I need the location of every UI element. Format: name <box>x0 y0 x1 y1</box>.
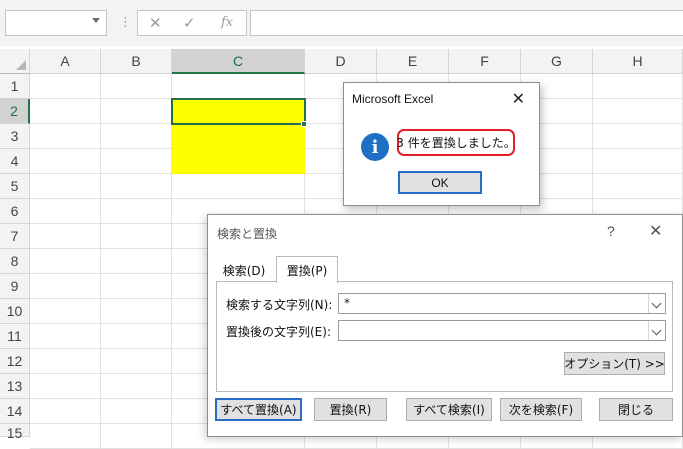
cell[interactable] <box>101 374 172 399</box>
row-header-11[interactable]: 11 <box>0 324 30 349</box>
cell[interactable] <box>30 74 101 99</box>
column-header-e[interactable]: E <box>377 49 449 74</box>
cell[interactable] <box>593 99 683 124</box>
ok-button[interactable]: OK <box>398 171 482 194</box>
chevron-down-icon[interactable] <box>648 321 665 340</box>
row-header-4[interactable]: 4 <box>0 149 30 174</box>
find-value: * <box>344 296 350 310</box>
drag-handle-icon[interactable]: ⋮ <box>119 14 132 32</box>
row-header-3[interactable]: 3 <box>0 124 30 149</box>
find-label: 検索する文字列(N): <box>226 298 333 312</box>
cell[interactable] <box>593 74 683 99</box>
cell[interactable] <box>30 299 101 324</box>
cell[interactable] <box>101 324 172 349</box>
cell[interactable] <box>101 149 172 174</box>
close-icon[interactable]: ✕ <box>649 221 662 240</box>
cell[interactable] <box>101 274 172 299</box>
column-header-d[interactable]: D <box>305 49 377 74</box>
column-header-h[interactable]: H <box>593 49 683 74</box>
cell[interactable] <box>101 399 172 424</box>
row-header-8[interactable]: 8 <box>0 249 30 274</box>
cell[interactable] <box>30 399 101 424</box>
column-header-c[interactable]: C <box>172 49 305 74</box>
cell[interactable] <box>172 174 305 199</box>
select-all-corner[interactable] <box>0 49 30 74</box>
cell[interactable] <box>30 224 101 249</box>
cell[interactable] <box>30 149 101 174</box>
cell[interactable] <box>30 124 101 149</box>
row-header-5[interactable]: 5 <box>0 174 30 199</box>
replace-label: 置換後の文字列(E): <box>226 325 331 339</box>
formula-input[interactable] <box>250 10 683 36</box>
cell[interactable] <box>101 249 172 274</box>
replace-input[interactable] <box>338 320 666 341</box>
chevron-down-icon[interactable] <box>92 18 100 23</box>
insert-function-icon[interactable]: fx <box>221 15 233 30</box>
column-header-b[interactable]: B <box>101 49 172 74</box>
row-header-2[interactable]: 2 <box>0 99 30 124</box>
cell[interactable] <box>593 124 683 149</box>
row-header-13[interactable]: 13 <box>0 374 30 399</box>
cell[interactable] <box>30 374 101 399</box>
cell[interactable] <box>101 224 172 249</box>
find-replace-dialog: 検索と置換 ? ✕ 検索(D) 置換(P) 検索する文字列(N): * 置換後の… <box>207 214 683 437</box>
message-text-highlight: 3 件を置換しました。 <box>396 129 516 156</box>
tab-find[interactable]: 検索(D) <box>217 259 271 282</box>
dialog-title: Microsoft Excel <box>352 92 434 106</box>
cell[interactable] <box>593 174 683 199</box>
formula-buttons: ✕ ✓ fx <box>137 10 247 36</box>
cell[interactable] <box>30 349 101 374</box>
close-button[interactable]: 閉じる <box>599 398 673 421</box>
options-button[interactable]: オプション(T) >> <box>564 352 665 375</box>
cell[interactable] <box>101 124 172 149</box>
row-header-10[interactable]: 10 <box>0 299 30 324</box>
cell[interactable] <box>101 199 172 224</box>
row-header-6[interactable]: 6 <box>0 199 30 224</box>
cell[interactable] <box>30 199 101 224</box>
column-header-a[interactable]: A <box>30 49 101 74</box>
active-cell[interactable] <box>171 98 306 125</box>
formula-bar: ⋮ ✕ ✓ fx <box>0 0 683 46</box>
row-header-9[interactable]: 9 <box>0 274 30 299</box>
cell[interactable] <box>30 249 101 274</box>
cell[interactable] <box>101 299 172 324</box>
row-header-1[interactable]: 1 <box>0 74 30 99</box>
cell[interactable] <box>30 324 101 349</box>
cell[interactable] <box>172 74 305 99</box>
column-header-g[interactable]: G <box>521 49 593 74</box>
message-dialog: Microsoft Excel ✕ i 3 件を置換しました。 OK <box>343 82 540 206</box>
cell[interactable] <box>101 99 172 124</box>
row-header-12[interactable]: 12 <box>0 349 30 374</box>
replace-tab-panel: 検索する文字列(N): * 置換後の文字列(E): オプション(T) >> <box>216 281 673 392</box>
column-header-f[interactable]: F <box>449 49 521 74</box>
cell[interactable] <box>593 149 683 174</box>
cell[interactable] <box>30 274 101 299</box>
information-icon: i <box>361 133 389 161</box>
cell[interactable] <box>101 174 172 199</box>
chevron-down-icon[interactable] <box>648 294 665 313</box>
cell[interactable] <box>101 74 172 99</box>
close-icon[interactable]: ✕ <box>512 89 525 108</box>
row-header-7[interactable]: 7 <box>0 224 30 249</box>
row-header-14[interactable]: 14 <box>0 399 30 424</box>
find-next-button[interactable]: 次を検索(F) <box>500 398 582 421</box>
cancel-icon[interactable]: ✕ <box>149 14 162 32</box>
enter-icon[interactable]: ✓ <box>183 14 196 32</box>
fill-handle[interactable] <box>301 121 307 127</box>
name-box[interactable] <box>5 10 107 36</box>
replace-all-button[interactable]: すべて置換(A) <box>215 398 302 421</box>
row-header-15[interactable]: 15 <box>0 424 30 441</box>
find-all-button[interactable]: すべて検索(I) <box>406 398 492 421</box>
cell[interactable] <box>30 99 101 124</box>
replace-button[interactable]: 置換(R) <box>314 398 387 421</box>
dialog-title: 検索と置換 <box>217 227 278 241</box>
tab-replace[interactable]: 置換(P) <box>276 256 338 283</box>
help-icon[interactable]: ? <box>607 223 615 239</box>
message-text: 3 件を置換しました。 <box>396 136 516 150</box>
find-input[interactable]: * <box>338 293 666 314</box>
cell[interactable] <box>30 174 101 199</box>
cell[interactable] <box>101 349 172 374</box>
